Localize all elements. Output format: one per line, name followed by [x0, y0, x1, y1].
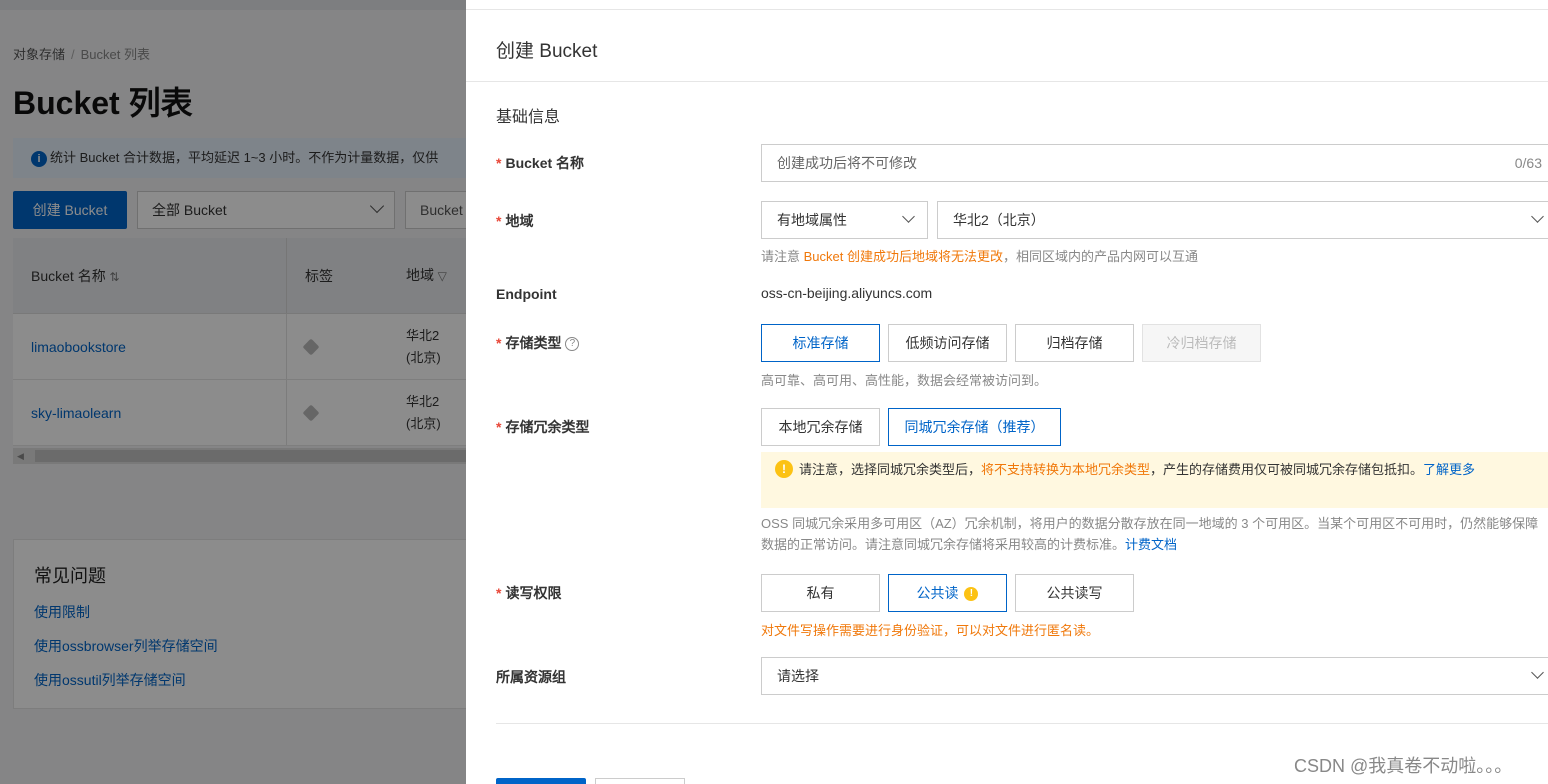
warning-icon: ! [775, 460, 793, 478]
region-help-prefix: 请注意 [761, 249, 804, 264]
bucket-name-placeholder: 创建成功后将不可修改 [777, 155, 917, 171]
storage-option-cold-archive: 冷归档存储 [1142, 324, 1261, 362]
drawer-title: 创建 Bucket [496, 41, 598, 62]
help-icon[interactable]: ? [565, 337, 580, 352]
cancel-button[interactable] [595, 778, 685, 784]
chevron-down-icon [1531, 210, 1544, 223]
resource-group-field: 请选择 [761, 657, 1548, 695]
region-label: * 地域 [496, 211, 533, 231]
resource-group-label: 所属资源组 [496, 669, 566, 685]
redundancy-help: OSS 同城冗余采用多可用区（AZ）冗余机制，将用户的数据分散存放在同一地域的 … [761, 513, 1548, 555]
acl-label-text: 读写权限 [505, 585, 562, 601]
region-select[interactable]: 华北2（北京） [937, 201, 1548, 239]
redundancy-label-text: 存储冗余类型 [505, 419, 590, 435]
region-help-suffix: ，相同区域内的产品内网可以互通 [1002, 249, 1198, 264]
acl-option-public-read[interactable]: 公共读 ! [888, 574, 1007, 612]
resource-group-select[interactable]: 请选择 [761, 657, 1548, 695]
required-mark: * [496, 335, 502, 351]
region-type-select[interactable]: 有地域属性 [761, 201, 928, 239]
watermark: CSDN @我真卷不动啦。。。 [1294, 756, 1513, 776]
acl-option-public-read-write[interactable]: 公共读写 [1015, 574, 1134, 612]
acl-option-private[interactable]: 私有 [761, 574, 880, 612]
storage-class-label-text: 存储类型 [505, 335, 562, 351]
confirm-button[interactable] [496, 778, 586, 784]
region-help: 请注意 Bucket 创建成功后地域将无法更改，相同区域内的产品内网可以互通 [761, 246, 1198, 265]
billing-doc-link[interactable]: 计费文档 [1125, 537, 1177, 552]
warning-icon: ! [964, 587, 979, 602]
redundancy-option-lrs[interactable]: 本地冗余存储 [761, 408, 880, 446]
required-mark: * [496, 585, 502, 601]
char-counter: 0/63 [1514, 155, 1542, 171]
divider [466, 81, 1548, 82]
bucket-name-input[interactable]: 创建成功后将不可修改 0/63 [761, 144, 1548, 182]
redundancy-label: * 存储冗余类型 [496, 417, 589, 437]
learn-more-link[interactable]: 了解更多 [1423, 462, 1475, 477]
region-value: 华北2（北京） [953, 212, 1045, 228]
region-type-value: 有地域属性 [777, 212, 847, 228]
modal-overlay[interactable] [0, 0, 466, 784]
redundancy-warning: ! 请注意，选择同城冗余类型后，将不支持转换为本地冗余类型，产生的存储费用仅可被… [761, 452, 1548, 508]
storage-class-help: 高可靠、高可用、高性能，数据会经常被访问到。 [761, 373, 1048, 388]
storage-class-label: * 存储类型? [496, 333, 580, 353]
chevron-down-icon [902, 210, 915, 223]
region-help-warning: Bucket 创建成功后地域将无法更改 [803, 249, 1003, 264]
storage-option-ia[interactable]: 低频访问存储 [888, 324, 1007, 362]
warning-text: 请注意，选择同城冗余类型后， [799, 462, 982, 477]
bucket-name-field: 创建成功后将不可修改 0/63 [761, 144, 1548, 182]
bucket-name-label-text: Bucket 名称 [505, 155, 585, 171]
drawer-top-strip [466, 0, 1548, 10]
required-mark: * [496, 419, 502, 435]
region-label-text: 地域 [505, 213, 534, 229]
endpoint-value: oss-cn-beijing.aliyuncs.com [761, 285, 933, 301]
resource-group-placeholder: 请选择 [777, 668, 819, 684]
required-mark: * [496, 213, 502, 229]
create-bucket-drawer: 创建 Bucket 基础信息 * Bucket 名称 创建成功后将不可修改 0/6… [466, 10, 1548, 784]
endpoint-label: Endpoint [496, 286, 557, 302]
acl-label: * 读写权限 [496, 583, 561, 603]
warning-text-suffix: ，产生的存储费用仅可被同城冗余存储包抵扣。 [1150, 462, 1424, 477]
acl-public-read-label: 公共读 [916, 585, 959, 601]
required-mark: * [496, 155, 502, 171]
section-title: 基础信息 [496, 109, 561, 126]
acl-help: 对文件写操作需要进行身份验证，可以对文件进行匿名读。 [761, 623, 1100, 638]
redundancy-option-zrs[interactable]: 同城冗余存储（推荐） [888, 408, 1061, 446]
chevron-down-icon [1531, 666, 1544, 679]
divider [496, 723, 1548, 724]
storage-option-standard[interactable]: 标准存储 [761, 324, 880, 362]
warning-highlight: 将不支持转换为本地冗余类型 [981, 462, 1151, 477]
storage-option-archive[interactable]: 归档存储 [1015, 324, 1134, 362]
bucket-name-label: * Bucket 名称 [496, 153, 584, 173]
